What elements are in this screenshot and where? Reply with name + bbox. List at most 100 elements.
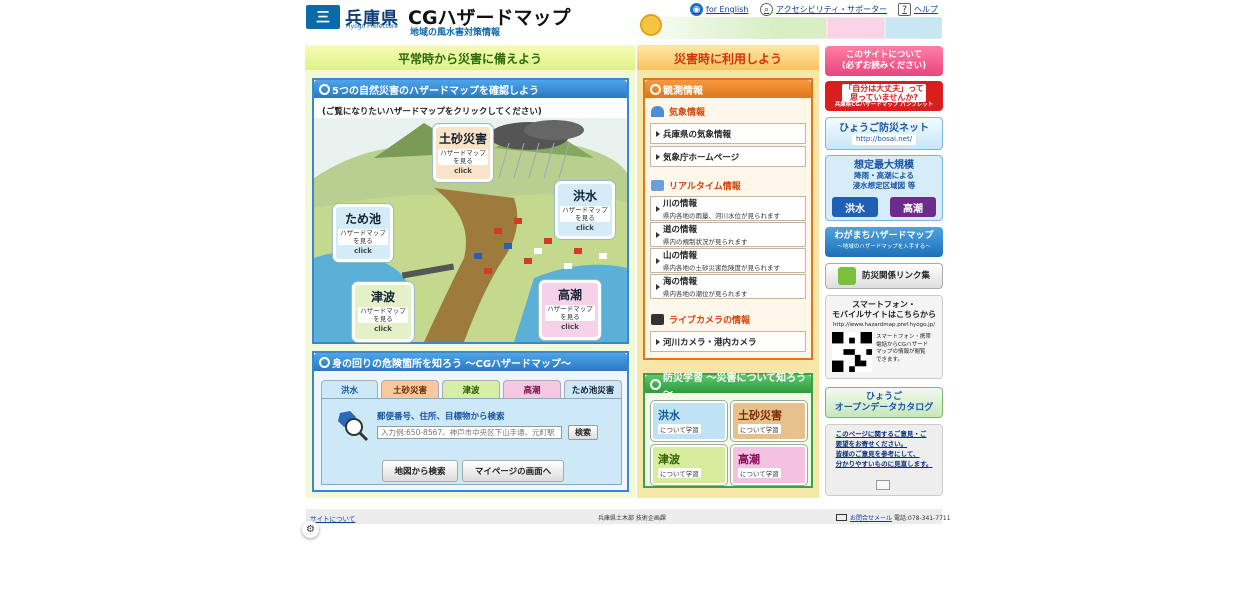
footer-site-about-link[interactable]: サイトについて [310,513,355,523]
badge-title: 土砂災害 [438,132,487,146]
map-search-button[interactable]: 地図から検索 [382,460,458,482]
learning-title: 防災学習 ～災害について知ろう～ [645,373,811,399]
learn-landslide-card[interactable]: 土砂災害 について学習 [731,401,807,441]
live-camera-link[interactable]: 河川カメラ・港内カメラ [650,331,806,352]
sea-info-link[interactable]: 海の情報 県内各地の潮位が見られます [650,274,806,299]
qr-code-icon [832,332,872,372]
realtime-title-label: リアルタイム情報 [669,182,741,192]
mascot-icon [640,14,662,36]
river-info-link[interactable]: 川の情報 県内各地の雨量、河川水位が見られます [650,196,806,221]
learn-flood-card[interactable]: 洪水 について学習 [651,401,727,441]
pond-hazard-badge[interactable]: ため池 ハザードマップ を見る click [333,204,393,262]
mail-icon [876,480,890,490]
accessibility-link-label: アクセシビリティ・サポーター [776,5,888,14]
badge-sub: ハザードマップ を見る [545,305,595,321]
hyogo-weather-link[interactable]: 兵庫県の気象情報 [650,123,806,144]
links-label: 防災関係リンク集 [861,270,930,281]
tab-storm-surge[interactable]: 高潮 [503,380,561,398]
tab-flood[interactable]: 洪水 [321,380,378,398]
learn-storm-surge-card[interactable]: 高潮 について学習 [731,445,807,485]
mountain-info-label: 山の情報 [663,251,698,261]
links-icon [837,267,856,285]
learn-card-sub: について学習 [658,468,701,478]
footer-mail-link[interactable]: お問合せメール [850,513,892,522]
camera-icon [651,314,664,325]
prefecture-name-en: Hyogo Prefecture [346,23,398,30]
learn-card-sub: について学習 [738,424,781,434]
bosai-net-button[interactable]: ひょうご防災ネット http://bosai.net/ [825,117,943,150]
bosai-url: http://bosai.net/ [851,133,917,145]
help-link-label: ヘルプ [914,5,938,14]
badge-click: click [354,247,372,255]
mountain-info-sub: 県内各地の土砂災害危険度が見られます [663,264,780,272]
links-button[interactable]: 防災関係リンク集 [825,263,943,289]
camera-section-title: ライブカメラの情報 [651,313,750,326]
learn-card-title: 洪水 [658,409,680,422]
globe-icon: ◉ [690,3,703,16]
flood-hazard-badge[interactable]: 洪水 ハザードマップ を見る click [555,181,615,239]
mobile-title: スマートフォン・ モバイルサイトはこちらから [832,300,936,319]
feedback-text: このページに関するご意見・ご 要望をお寄せください。 皆様のご意見を参考にして、… [835,430,933,468]
sea-info-sub: 県内各地の潮位が見られます [663,290,748,298]
tab-pond[interactable]: ため池災害 [564,380,622,398]
badge-click: click [576,224,594,232]
learn-tsunami-card[interactable]: 津波 について学習 [651,445,727,485]
wagamachi-label: わがまちハザードマップ [834,231,934,241]
pamphlet-banner[interactable]: 「自分は大丈夫」って 思っていませんか? 兵庫県CGハザードマップ パンフレット [825,81,943,111]
mountain-info-link[interactable]: 山の情報 県内各地の土砂災害危険度が見られます [650,248,806,273]
wagamachi-button[interactable]: わがまちハザードマップ ～地域のハザードマップを入手する～ [825,227,943,257]
search-input[interactable] [377,426,562,439]
road-info-sub: 県内の規制状況が見られます [663,238,748,246]
mobile-desc: スマートフォン・携帯 電話からCGハザード マップの情報が閲覧 できます。 [876,334,931,363]
weather-section-title: 気象情報 [651,105,705,118]
badge-sub: ハザードマップ を見る [338,229,388,245]
opendata-button[interactable]: ひょうご オープンデータカタログ [825,387,943,418]
english-link-label: for English [706,5,749,14]
realtime-section-title: リアルタイム情報 [651,179,741,192]
nearby-danger-title: 身の回りの危険箇所を知ろう ～CGハザードマップ～ [314,353,627,371]
magnifier-icon: ⌕ [760,3,773,16]
road-info-link[interactable]: 道の情報 県内の規制状況が見られます [650,222,806,247]
mypage-button[interactable]: マイページの画面へ [462,460,564,482]
mobile-url: http://www.hazardmap.pref.hyogo.jp/ [832,322,936,328]
max-scale-sub: 降雨・高潮による 浸水想定区域図 等 [852,171,916,190]
bosai-label: ひょうご防災ネット [839,122,929,134]
max-scale-title: 想定最大規模 [854,160,914,171]
settings-gear-icon[interactable]: ⚙ [302,521,319,538]
monitor-icon [651,180,664,191]
search-button[interactable]: 検索 [568,425,598,440]
search-label: 郵便番号、住所、目標物から検索 [377,412,505,422]
prefecture-logo-icon[interactable]: 三 [306,5,340,29]
pamphlet-sub: 兵庫県CGハザードマップ パンフレット [834,101,934,108]
umbrella-icon [651,106,664,117]
about-site-button[interactable]: このサイトについて (必ずお読みください) [825,46,943,76]
badge-click: click [561,323,579,331]
badge-title: 洪水 [572,189,597,203]
accessibility-link[interactable]: ⌕ アクセシビリティ・サポーター [760,3,887,16]
hazard-map-note: (ご覧になりたいハザードマップをクリックしてください) [322,107,542,117]
learn-card-title: 土砂災害 [738,409,782,422]
tsunami-hazard-badge[interactable]: 津波 ハザードマップ を見る click [352,282,414,342]
help-link[interactable]: ? ヘルプ [898,3,938,16]
max-flood-button[interactable]: 洪水 [832,197,878,217]
hazard-map-panel: 5つの自然災害のハザードマップを確認しよう (ご覧になりたいハザードマップをクリ… [312,78,629,344]
footer-tel: 電話:078-341-7711 [894,515,951,522]
weather-title-label: 気象情報 [669,108,706,118]
max-tide-button[interactable]: 高潮 [890,197,936,217]
english-link[interactable]: ◉ for English [690,3,748,16]
learn-card-title: 津波 [658,453,680,466]
jma-link[interactable]: 気象庁ホームページ [650,146,806,167]
storm-surge-hazard-badge[interactable]: 高潮 ハザードマップ を見る click [539,280,601,340]
camera-title-label: ライブカメラの情報 [669,316,751,326]
observation-panel: 観測情報 気象情報 兵庫県の気象情報 気象庁ホームページ リアルタイム情報 川の… [643,78,813,360]
learn-card-sub: について学習 [738,468,781,478]
river-info-label: 川の情報 [663,199,698,209]
badge-title: 津波 [370,290,395,304]
tab-landslide[interactable]: 土砂災害 [381,380,439,398]
landslide-hazard-badge[interactable]: 土砂災害 ハザードマップ を見る click [433,124,493,182]
road-info-label: 道の情報 [663,225,698,235]
tab-tsunami[interactable]: 津波 [442,380,500,398]
badge-title: 高潮 [557,288,582,302]
learn-card-title: 高潮 [738,453,760,466]
nearby-danger-panel: 身の回りの危険箇所を知ろう ～CGハザードマップ～ 洪水 土砂災害 津波 高潮 … [312,351,629,492]
